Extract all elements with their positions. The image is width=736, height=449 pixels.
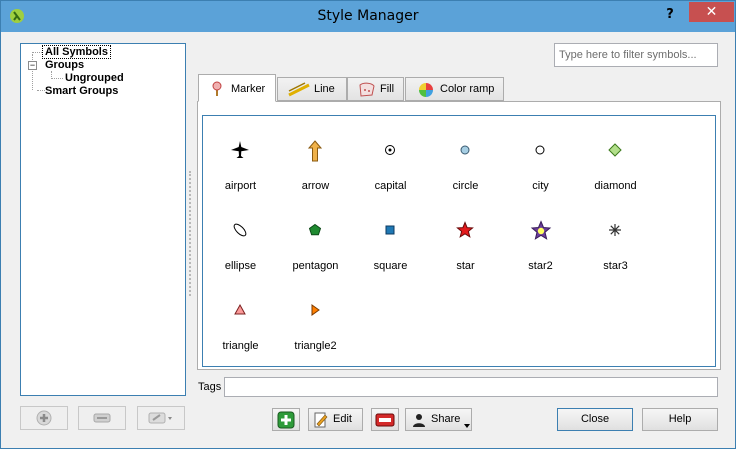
symbol-label: ellipse xyxy=(224,260,257,272)
dropdown-arrow-icon xyxy=(464,424,470,428)
edit-icon xyxy=(314,412,328,428)
airport-icon xyxy=(231,141,249,158)
window-close-button[interactable]: ✕ xyxy=(689,2,734,22)
add-symbol-button[interactable] xyxy=(272,408,300,431)
window-title: Style Manager xyxy=(317,8,419,24)
fill-icon xyxy=(359,82,375,97)
symbol-label: arrow xyxy=(301,180,330,192)
tree-connector xyxy=(32,52,42,53)
search-input[interactable] xyxy=(555,44,717,66)
symbol-filter-field[interactable] xyxy=(554,43,718,67)
symbol-item-star3[interactable]: star3 xyxy=(578,206,653,286)
symbol-item-triangle2[interactable]: triangle2 xyxy=(278,286,353,366)
symbol-label: capital xyxy=(374,180,407,192)
symbol-item-ellipse[interactable]: ellipse xyxy=(203,206,278,286)
star2-icon xyxy=(530,220,552,240)
remove-icon xyxy=(93,413,111,423)
line-icon xyxy=(288,82,310,97)
symbol-item-airport[interactable]: airport xyxy=(203,126,278,206)
circle-icon xyxy=(460,145,470,155)
tree-item-label: All Symbols xyxy=(42,45,111,59)
help-button[interactable]: Help xyxy=(642,408,718,431)
symbol-item-diamond[interactable]: diamond xyxy=(578,126,653,206)
title-bar[interactable]: Style Manager ? ✕ xyxy=(1,1,735,32)
add-group-button[interactable] xyxy=(20,406,68,430)
triangle2-icon xyxy=(311,304,320,316)
symbol-item-triangle[interactable]: triangle xyxy=(203,286,278,366)
symbol-label: star xyxy=(456,260,475,272)
tree-item-smart-groups[interactable]: Smart Groups xyxy=(45,85,118,97)
symbol-item-arrow[interactable]: arrow xyxy=(278,126,353,206)
symbol-label: triangle2 xyxy=(294,340,337,352)
tab-label: Marker xyxy=(231,83,266,95)
tree-connector xyxy=(37,90,45,91)
symbol-label: city xyxy=(532,180,549,192)
star-icon xyxy=(456,221,474,238)
title-help-button[interactable]: ? xyxy=(658,5,682,25)
arrow-icon xyxy=(307,140,323,162)
group-actions-button[interactable] xyxy=(137,406,185,430)
tab-line[interactable]: Line xyxy=(277,77,347,101)
tab-label: Line xyxy=(314,83,335,95)
symbol-item-square[interactable]: square xyxy=(353,206,428,286)
symbol-label: square xyxy=(373,260,408,272)
symbol-label: diamond xyxy=(594,180,637,192)
tree-item-all-symbols[interactable]: All Symbols xyxy=(42,45,111,59)
remove-symbol-button[interactable] xyxy=(371,408,399,431)
tab-label: Color ramp xyxy=(440,83,495,95)
marker-icon xyxy=(212,81,222,96)
tags-field[interactable] xyxy=(224,377,718,397)
share-menu-button[interactable]: Share xyxy=(405,408,472,431)
diamond-icon xyxy=(608,143,622,157)
symbol-item-city[interactable]: city xyxy=(503,126,578,206)
add-icon xyxy=(36,410,52,426)
tree-connector xyxy=(51,78,63,79)
style-manager-window: Style Manager ? ✕ All Symbols − Groups U… xyxy=(0,0,736,449)
tree-item-ungrouped[interactable]: Ungrouped xyxy=(65,72,124,84)
tree-item-label: Smart Groups xyxy=(45,85,119,97)
symbol-label: star3 xyxy=(603,260,628,272)
symbol-label: triangle xyxy=(222,340,259,352)
symbol-label: airport xyxy=(224,180,257,192)
add-icon xyxy=(277,411,295,429)
symbol-item-circle[interactable]: circle xyxy=(428,126,503,206)
tree-item-groups[interactable]: Groups xyxy=(45,59,84,71)
remove-group-button[interactable] xyxy=(78,406,126,430)
symbol-item-star2[interactable]: star2 xyxy=(503,206,578,286)
square-icon xyxy=(385,225,395,235)
tab-label: Fill xyxy=(380,83,395,95)
group-tree[interactable]: All Symbols − Groups Ungrouped Smart Gro… xyxy=(20,43,186,396)
triangle-icon xyxy=(234,303,246,315)
collapse-icon[interactable]: − xyxy=(28,61,37,70)
symbol-list[interactable]: airport arrow capital circle city diamon… xyxy=(202,115,716,367)
color-ramp-icon xyxy=(419,83,433,97)
share-label: Share xyxy=(431,413,461,425)
edit-symbol-button[interactable]: Edit xyxy=(308,408,363,431)
tags-label: Tags xyxy=(198,381,222,393)
city-icon xyxy=(535,145,545,155)
capital-icon xyxy=(385,145,395,155)
tree-item-label: Groups xyxy=(45,59,85,71)
edit-group-icon xyxy=(148,412,172,424)
remove-icon xyxy=(375,413,395,427)
user-icon xyxy=(413,414,425,427)
tab-marker[interactable]: Marker xyxy=(198,74,276,102)
symbol-item-pentagon[interactable]: pentagon xyxy=(278,206,353,286)
symbol-label: pentagon xyxy=(292,260,339,272)
close-button[interactable]: Close xyxy=(557,408,633,431)
splitter-handle[interactable] xyxy=(189,171,191,296)
tree-item-label: Ungrouped xyxy=(65,72,124,84)
tab-fill[interactable]: Fill xyxy=(347,77,404,101)
symbol-label: circle xyxy=(452,180,479,192)
symbol-label: star2 xyxy=(528,260,553,272)
star3-icon xyxy=(609,224,621,236)
symbol-item-capital[interactable]: capital xyxy=(353,126,428,206)
tab-color-ramp[interactable]: Color ramp xyxy=(405,77,504,101)
symbol-item-star[interactable]: star xyxy=(428,206,503,286)
ellipse-icon xyxy=(233,223,247,237)
edit-label: Edit xyxy=(333,413,352,425)
pentagon-icon xyxy=(308,223,322,236)
